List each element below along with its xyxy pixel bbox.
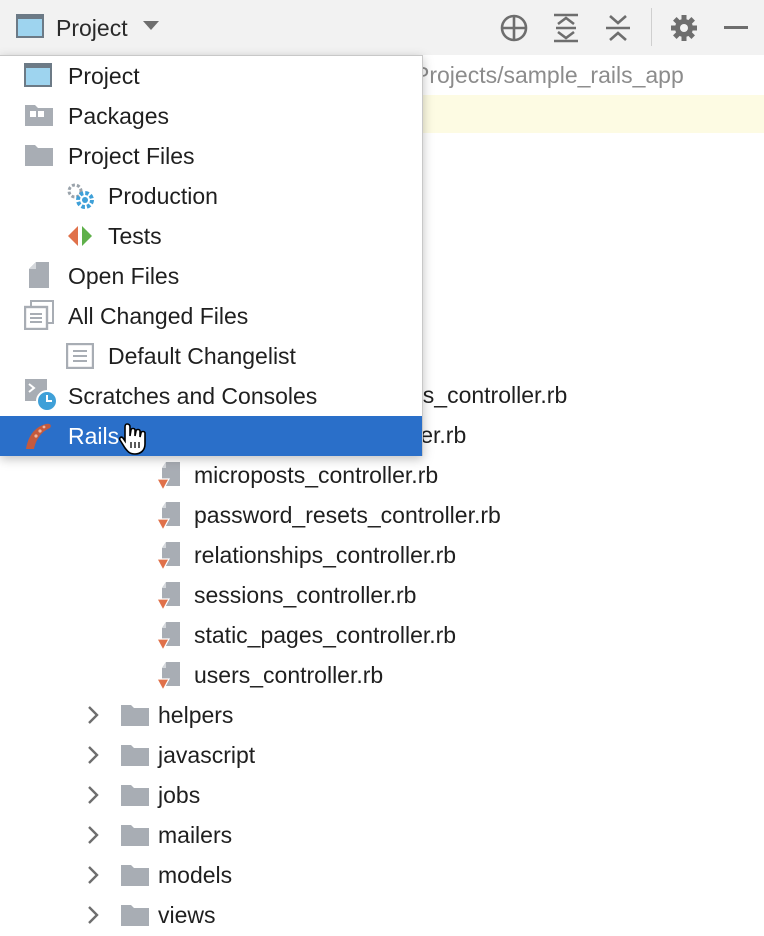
folder-name: jobs — [158, 781, 201, 808]
menu-item-label: Production — [108, 182, 218, 209]
folder-name: helpers — [158, 701, 234, 728]
rails-icon — [24, 421, 54, 451]
tree-row-file[interactable]: users_controller.rb — [0, 655, 764, 695]
folder-name: javascript — [158, 741, 256, 768]
packages-folder-icon — [24, 102, 54, 128]
menu-item-label: All Changed Files — [68, 302, 249, 329]
tree-row-folder[interactable]: javascript — [0, 735, 764, 775]
tree-row-file[interactable]: password_resets_controller.rb — [0, 495, 764, 535]
chevron-right-icon[interactable] — [86, 745, 100, 765]
tree-row-folder[interactable]: models — [0, 855, 764, 895]
toolbar-separator — [651, 8, 652, 46]
file-name: microposts_controller.rb — [194, 461, 439, 488]
menu-item-tests[interactable]: Tests — [0, 216, 422, 256]
folder-icon — [120, 822, 150, 848]
folder-name: views — [158, 901, 216, 928]
view-selector-label: Project — [56, 14, 128, 41]
menu-item-rails[interactable]: Rails — [0, 416, 422, 456]
tree-row-file[interactable]: relationships_controller.rb — [0, 535, 764, 575]
ruby-controller-file-icon — [156, 620, 184, 652]
menu-item-all-changed-files[interactable]: All Changed Files — [0, 296, 422, 336]
view-selector-dropdown[interactable]: Project — [16, 10, 160, 46]
file-name: static_pages_controller.rb — [194, 621, 457, 648]
file-name: users_controller.rb — [194, 661, 384, 688]
folder-icon — [120, 902, 150, 928]
menu-item-label: Open Files — [68, 262, 180, 289]
menu-item-label: Tests — [108, 222, 162, 249]
chevron-right-icon[interactable] — [86, 705, 100, 725]
folder-icon — [120, 782, 150, 808]
ruby-controller-file-icon — [156, 540, 184, 572]
menu-item-project[interactable]: Project — [0, 56, 422, 96]
tree-row-folder[interactable]: jobs — [0, 775, 764, 815]
menu-item-label: Rails — [68, 422, 120, 449]
ruby-controller-file-icon — [156, 460, 184, 492]
tree-row-file[interactable]: microposts_controller.rb — [0, 455, 764, 495]
chevron-right-icon[interactable] — [86, 905, 100, 925]
project-window-icon — [24, 63, 52, 87]
file-name: password_resets_controller.rb — [194, 501, 501, 528]
menu-item-label: Project — [68, 62, 140, 89]
menu-item-open-files[interactable]: Open Files — [0, 256, 422, 296]
file-icon — [28, 261, 50, 289]
project-window-icon — [16, 13, 44, 43]
scratches-clock-icon — [24, 378, 58, 412]
hand-cursor-icon — [118, 422, 148, 456]
project-toolbar: Project — [0, 0, 764, 55]
menu-item-project-files[interactable]: Project Files — [0, 136, 422, 176]
file-name: relationships_controller.rb — [194, 541, 457, 568]
folder-icon — [120, 862, 150, 888]
menu-item-label: Packages — [68, 102, 170, 129]
folder-icon — [24, 142, 54, 168]
chevron-down-icon — [142, 19, 160, 37]
menu-item-production[interactable]: Production — [0, 176, 422, 216]
collapse-all-icon[interactable] — [602, 12, 634, 44]
menu-item-packages[interactable]: Packages — [0, 96, 422, 136]
minimize-icon[interactable] — [720, 12, 752, 44]
menu-item-default-changelist[interactable]: Default Changelist — [0, 336, 422, 376]
expand-all-icon[interactable] — [550, 12, 582, 44]
view-selector-menu: Project Packages Project Files Productio… — [0, 55, 423, 456]
chevron-right-icon[interactable] — [86, 865, 100, 885]
folder-icon — [120, 702, 150, 728]
project-path: Projects/sample_rails_app — [414, 62, 684, 88]
ruby-controller-file-icon — [156, 660, 184, 692]
gear-icon[interactable] — [668, 12, 700, 44]
folder-name: models — [158, 861, 233, 888]
ruby-controller-file-icon — [156, 500, 184, 532]
folder-name: mailers — [158, 821, 233, 848]
ruby-controller-file-icon — [156, 580, 184, 612]
gears-icon — [64, 181, 96, 211]
folder-icon — [120, 742, 150, 768]
file-name: ns_controller.rb — [410, 381, 568, 408]
tests-arrows-icon — [66, 224, 94, 248]
tree-row-folder[interactable]: helpers — [0, 695, 764, 735]
chevron-right-icon[interactable] — [86, 825, 100, 845]
menu-item-scratches-and-consoles[interactable]: Scratches and Consoles — [0, 376, 422, 416]
menu-item-label: Project Files — [68, 142, 195, 169]
tree-row-folder[interactable]: views — [0, 895, 764, 935]
chevron-right-icon[interactable] — [86, 785, 100, 805]
tree-row-file[interactable]: static_pages_controller.rb — [0, 615, 764, 655]
menu-item-label: Default Changelist — [108, 342, 296, 369]
file-name: sessions_controller.rb — [194, 581, 417, 608]
changelist-icon — [66, 343, 94, 369]
menu-item-label: Scratches and Consoles — [68, 382, 318, 409]
changelists-icon — [24, 300, 54, 330]
tree-row-folder[interactable]: mailers — [0, 815, 764, 855]
locate-icon[interactable] — [498, 12, 530, 44]
tree-row-file[interactable]: sessions_controller.rb — [0, 575, 764, 615]
